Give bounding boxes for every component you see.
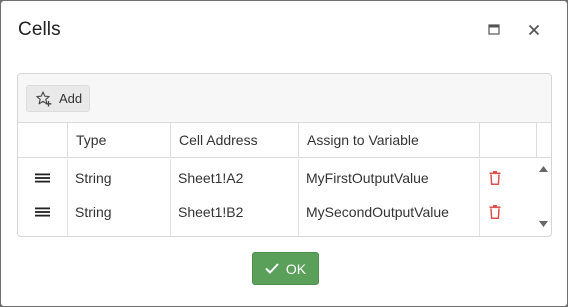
cell-address[interactable]: Sheet1!B2 <box>170 195 298 229</box>
add-button[interactable]: Add <box>26 85 90 112</box>
vertical-scrollbar[interactable] <box>536 159 551 236</box>
trash-icon <box>489 171 501 185</box>
column-header-handle <box>18 123 68 157</box>
add-button-label: Add <box>59 91 83 106</box>
drag-handle[interactable] <box>18 195 67 229</box>
maximize-icon <box>488 24 500 36</box>
ok-button-label: OK <box>285 260 307 277</box>
table-row[interactable]: String Sheet1!B2 MySecondOutputValue <box>18 195 551 229</box>
table-row[interactable]: String Sheet1!A2 MyFirstOutputValue <box>18 161 551 195</box>
maximize-button[interactable] <box>485 21 503 39</box>
scroll-up-arrow-icon[interactable] <box>539 166 548 172</box>
cell-type[interactable]: String <box>67 195 170 229</box>
dialog-title: Cells <box>18 19 61 40</box>
trash-icon <box>489 205 501 219</box>
column-header-assign-to-variable[interactable]: Assign to Variable <box>298 123 480 157</box>
grid-header: Type Cell Address Assign to Variable <box>18 123 551 158</box>
drag-handle[interactable] <box>18 161 67 195</box>
column-header-type[interactable]: Type <box>67 123 170 157</box>
ok-button[interactable]: OK <box>252 252 319 285</box>
star-add-icon <box>36 90 52 107</box>
cells-dialog: Cells Add Type Cell Address Assign to Va… <box>1 1 567 306</box>
dialog-titlebar: Cells <box>1 1 567 61</box>
cell-variable[interactable]: MyFirstOutputValue <box>298 161 479 195</box>
grid-toolbar: Add <box>18 74 551 123</box>
delete-row-button[interactable] <box>479 161 536 195</box>
column-header-cell-address[interactable]: Cell Address <box>170 123 299 157</box>
cell-address[interactable]: Sheet1!A2 <box>170 161 298 195</box>
delete-row-button[interactable] <box>479 195 536 229</box>
close-icon <box>528 24 540 36</box>
scroll-down-arrow-icon[interactable] <box>539 221 548 227</box>
drag-handle-icon <box>35 173 50 183</box>
cell-type[interactable]: String <box>67 161 170 195</box>
drag-handle-icon <box>35 207 50 217</box>
cells-grid-panel: Add Type Cell Address Assign to Variable <box>17 73 552 237</box>
column-header-actions <box>479 123 537 157</box>
cell-variable[interactable]: MySecondOutputValue <box>298 195 479 229</box>
grid-body: String Sheet1!A2 MyFirstOutputValue Stri… <box>18 159 551 236</box>
check-icon <box>265 263 279 274</box>
column-header-scroll-spacer <box>536 123 551 157</box>
close-button[interactable] <box>525 21 543 39</box>
